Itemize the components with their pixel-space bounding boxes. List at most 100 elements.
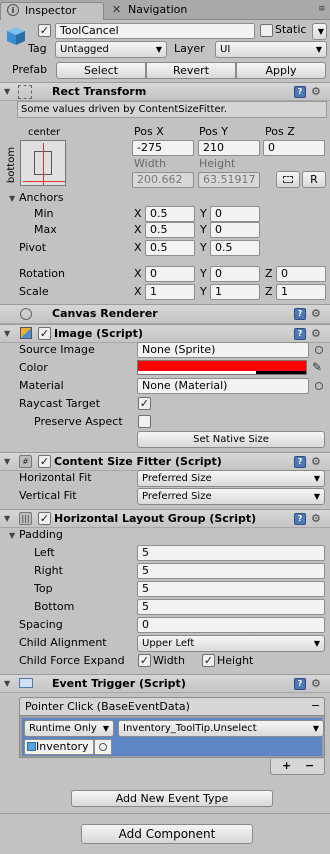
anchor-preset-vline xyxy=(43,143,44,185)
padding-bottom-field[interactable]: 5 xyxy=(137,599,325,615)
child-force-expand-label: Child Force Expand xyxy=(19,654,125,667)
rotation-z-field[interactable]: 0 xyxy=(276,266,326,282)
gear-icon[interactable]: ⚙ xyxy=(311,328,321,340)
expand-height-checkbox[interactable]: ✓ xyxy=(202,654,215,667)
eyedropper-icon[interactable]: ✎ xyxy=(312,360,322,374)
prefab-revert-button[interactable]: Revert xyxy=(146,62,236,79)
component-title: Content Size Fitter (Script) xyxy=(54,455,222,468)
canvas-renderer-header[interactable]: Canvas Renderer ? ⚙ xyxy=(0,304,330,324)
rotation-y-field[interactable]: 0 xyxy=(210,266,260,282)
target-object-field[interactable]: Inventory xyxy=(24,739,94,755)
add-new-event-type-button[interactable]: Add New Event Type xyxy=(71,790,273,807)
fitter-enabled-checkbox[interactable]: ✓ xyxy=(38,455,51,468)
help-icon[interactable]: ? xyxy=(294,328,306,340)
layout-enabled-checkbox[interactable]: ✓ xyxy=(38,512,51,525)
listener-footer: + − xyxy=(270,759,325,775)
anchors-foldout-icon[interactable]: ▼ xyxy=(9,193,15,205)
anchor-presets-button[interactable] xyxy=(20,140,66,186)
blueprint-icon xyxy=(283,176,293,183)
content-size-fitter-header[interactable]: ▼ # ✓ Content Size Fitter (Script) ? ⚙ xyxy=(0,452,330,471)
max-y-field[interactable]: 0 xyxy=(210,222,260,238)
help-icon[interactable]: ? xyxy=(294,456,306,468)
rect-transform-header[interactable]: ▼ Rect Transform ? ⚙ xyxy=(0,82,330,101)
spacing-field[interactable]: 0 xyxy=(137,617,325,633)
prefab-select-button[interactable]: Select xyxy=(56,62,146,79)
gear-icon[interactable]: ⚙ xyxy=(311,678,321,690)
color-swatch[interactable] xyxy=(137,360,307,375)
padding-top-field[interactable]: 5 xyxy=(137,581,325,597)
foldout-arrow-icon: ▼ xyxy=(4,679,11,688)
image-enabled-checkbox[interactable]: ✓ xyxy=(38,327,51,340)
object-picker-icon[interactable] xyxy=(315,346,323,354)
tag-dropdown[interactable]: Untagged ▼ xyxy=(55,41,167,58)
add-component-button[interactable]: Add Component xyxy=(81,824,253,844)
remove-event-icon[interactable]: − xyxy=(311,699,320,712)
chevron-down-icon: ▼ xyxy=(317,27,324,36)
padding-right-field[interactable]: 5 xyxy=(137,563,325,579)
anchors-label: Anchors xyxy=(19,191,64,204)
gameobject-icon xyxy=(5,25,27,47)
pivot-x-field[interactable]: 0.5 xyxy=(145,240,195,256)
axis-z-label: Z xyxy=(265,267,273,280)
axis-y-label: Y xyxy=(200,267,207,280)
tab-inspector[interactable]: i Inspector xyxy=(0,2,104,20)
panel-menu-icon[interactable]: ≡ xyxy=(318,4,326,14)
pivot-label: Pivot xyxy=(19,241,47,254)
vertical-fit-dropdown[interactable]: Preferred Size ▼ xyxy=(137,488,325,505)
padding-left-field[interactable]: 5 xyxy=(137,545,325,561)
padding-foldout-icon[interactable]: ▼ xyxy=(9,530,15,542)
posy-field[interactable]: 210 xyxy=(198,140,260,156)
source-image-field[interactable]: None (Sprite) xyxy=(137,342,309,358)
scale-x-field[interactable]: 1 xyxy=(145,284,195,300)
help-icon[interactable]: ? xyxy=(294,308,306,320)
static-dropdown[interactable]: ▼ xyxy=(312,23,327,40)
rotation-x-field[interactable]: 0 xyxy=(145,266,195,282)
rotation-label: Rotation xyxy=(19,267,66,280)
horizontal-fit-dropdown[interactable]: Preferred Size ▼ xyxy=(137,470,325,487)
raycast-target-checkbox[interactable]: ✓ xyxy=(138,397,151,410)
object-picker-icon[interactable] xyxy=(315,382,323,390)
component-title: Canvas Renderer xyxy=(52,307,158,320)
scale-z-field[interactable]: 1 xyxy=(276,284,326,300)
component-title: Event Trigger (Script) xyxy=(52,677,186,690)
chevron-down-icon: ▼ xyxy=(313,492,320,501)
scale-y-field[interactable]: 1 xyxy=(210,284,260,300)
layer-dropdown[interactable]: UI ▼ xyxy=(215,41,327,58)
prefab-apply-button[interactable]: Apply xyxy=(236,62,326,79)
target-object-picker[interactable] xyxy=(94,739,112,755)
runtime-dropdown[interactable]: Runtime Only ▼ xyxy=(24,720,114,737)
spacing-label: Spacing xyxy=(19,618,63,631)
gear-icon[interactable]: ⚙ xyxy=(311,86,321,98)
posz-field[interactable]: 0 xyxy=(263,140,325,156)
min-y-field[interactable]: 0 xyxy=(210,206,260,222)
active-checkbox[interactable]: ✓ xyxy=(38,24,51,37)
help-icon[interactable]: ? xyxy=(294,86,306,98)
gear-icon[interactable]: ⚙ xyxy=(311,513,321,525)
function-dropdown[interactable]: Inventory_ToolTip.Unselect ▼ xyxy=(118,720,324,737)
gear-icon[interactable]: ⚙ xyxy=(311,308,321,320)
pivot-y-field[interactable]: 0.5 xyxy=(210,240,260,256)
help-icon[interactable]: ? xyxy=(294,513,306,525)
image-header[interactable]: ▼ ✓ Image (Script) ? ⚙ xyxy=(0,324,330,343)
expand-width-checkbox[interactable]: ✓ xyxy=(138,654,151,667)
preserve-aspect-checkbox[interactable] xyxy=(138,415,151,428)
foldout-arrow-icon: ▼ xyxy=(4,329,11,338)
min-x-field[interactable]: 0.5 xyxy=(145,206,195,222)
child-alignment-dropdown[interactable]: Upper Left ▼ xyxy=(137,635,325,652)
gear-icon[interactable]: ⚙ xyxy=(311,456,321,468)
posx-field[interactable]: -275 xyxy=(132,140,194,156)
set-native-size-button[interactable]: Set Native Size xyxy=(137,431,325,448)
horizontal-layout-group-header[interactable]: ▼ ||| ✓ Horizontal Layout Group (Script)… xyxy=(0,509,330,528)
object-name-field[interactable]: ToolCancel xyxy=(55,23,255,39)
max-x-field[interactable]: 0.5 xyxy=(145,222,195,238)
help-icon[interactable]: ? xyxy=(294,678,306,690)
add-listener-button[interactable]: + xyxy=(282,759,291,773)
driven-info-box: Some values driven by ContentSizeFitter. xyxy=(17,101,327,118)
blueprint-mode-button[interactable] xyxy=(276,171,300,188)
raw-edit-button[interactable]: R xyxy=(302,171,326,188)
material-field[interactable]: None (Material) xyxy=(137,378,309,394)
tab-navigation[interactable]: ✕ Navigation xyxy=(106,2,206,20)
event-trigger-header[interactable]: ▼ Event Trigger (Script) ? ⚙ xyxy=(0,674,330,693)
remove-listener-button[interactable]: − xyxy=(305,759,314,773)
static-checkbox[interactable] xyxy=(260,24,273,37)
